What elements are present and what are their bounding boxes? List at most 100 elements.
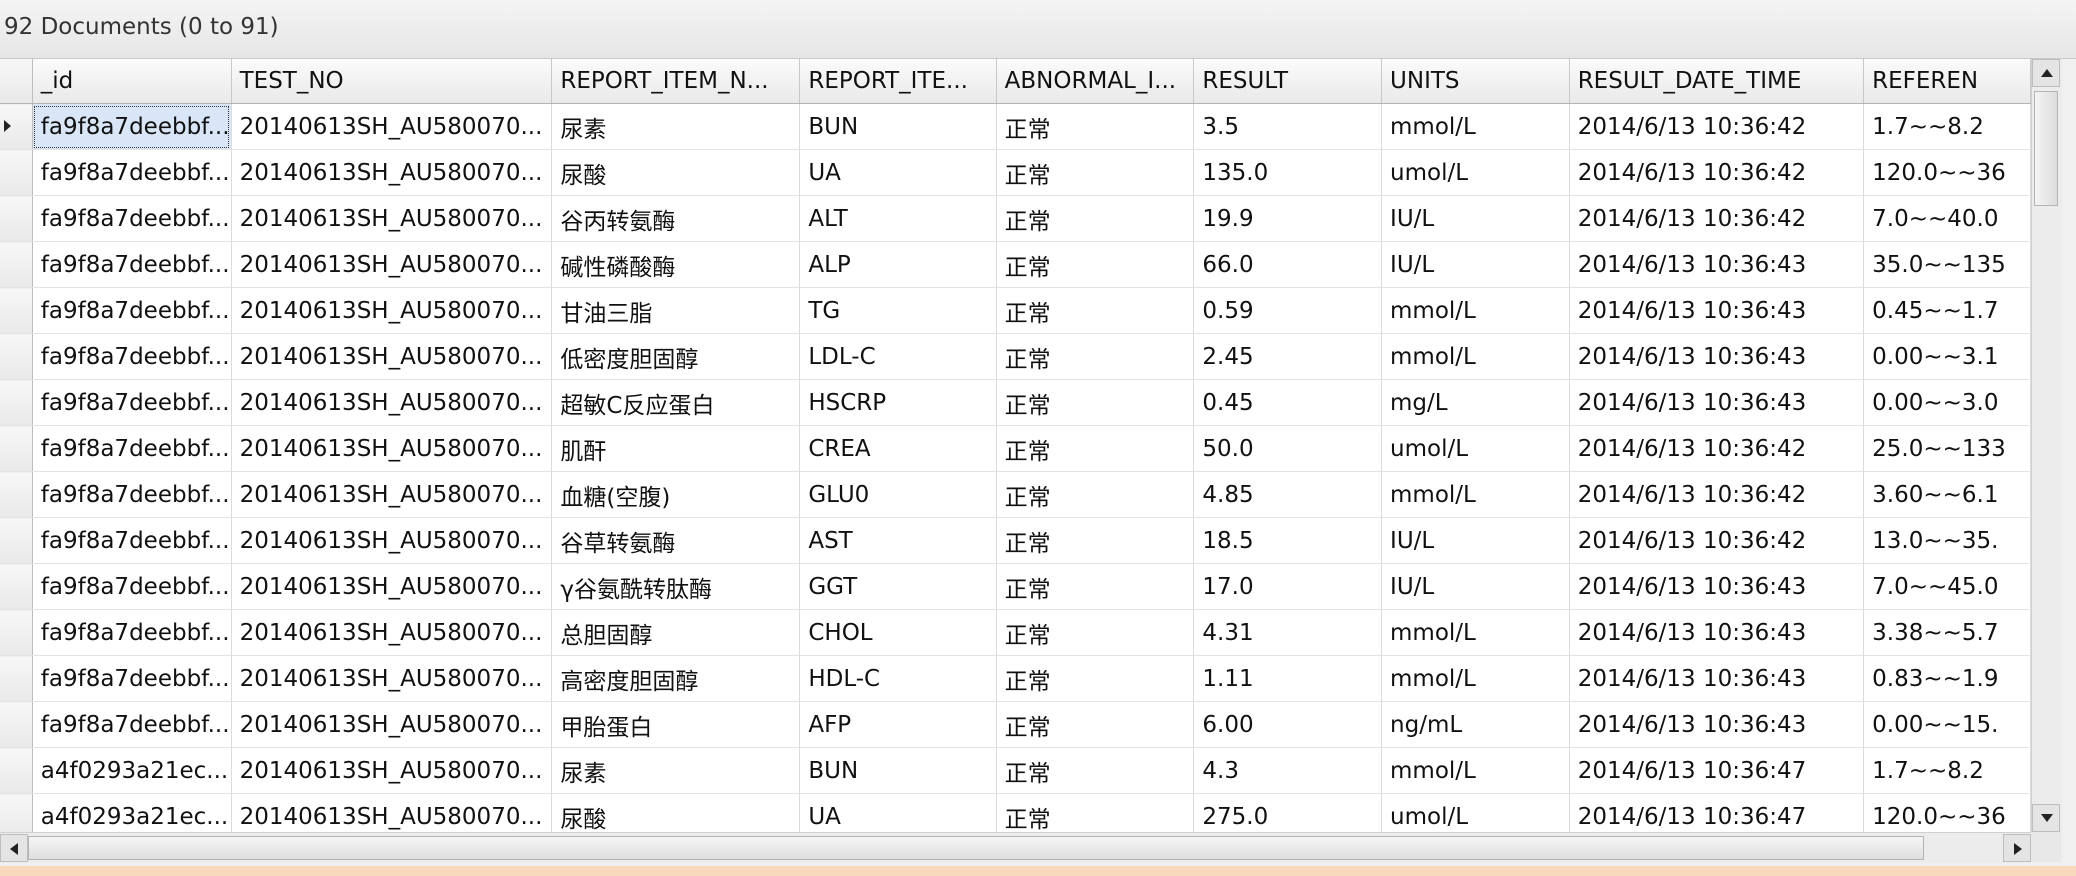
row-header[interactable] — [0, 517, 33, 564]
table-cell[interactable]: 20140613SH_AU580070... — [231, 287, 553, 334]
table-cell[interactable]: mmol/L — [1381, 333, 1570, 380]
table-cell[interactable]: LDL-C — [799, 333, 997, 380]
row-header[interactable] — [0, 425, 33, 472]
table-cell[interactable]: IU/L — [1381, 517, 1570, 564]
vertical-scrollbar[interactable] — [2031, 59, 2062, 832]
table-cell[interactable]: GGT — [799, 563, 997, 610]
table-cell[interactable]: UA — [799, 793, 997, 832]
table-cell[interactable]: 7.0~~45.0 — [1863, 563, 2031, 610]
table-cell[interactable]: 2014/6/13 10:36:43 — [1569, 333, 1865, 380]
table-cell[interactable]: 120.0~~36 — [1863, 149, 2031, 196]
table-cell[interactable]: 正常 — [996, 425, 1195, 472]
table-cell[interactable]: ng/mL — [1381, 701, 1570, 748]
table-cell[interactable]: fa9f8a7deebbf... — [32, 563, 232, 610]
table-row[interactable]: fa9f8a7deebbf... 20140613SH_AU580070... 碱性… — [0, 241, 2031, 288]
table-cell[interactable]: 20140613SH_AU580070... — [231, 701, 553, 748]
column-header[interactable]: RESULT_DATE_TIME — [1569, 59, 1865, 104]
table-cell[interactable]: 275.0 — [1193, 793, 1383, 832]
table-cell[interactable]: 20140613SH_AU580070... — [231, 103, 553, 150]
table-cell[interactable]: 正常 — [996, 287, 1195, 334]
table-cell[interactable]: 正常 — [996, 747, 1195, 794]
table-cell[interactable]: BUN — [799, 747, 997, 794]
table-cell[interactable]: 尿素 — [551, 747, 801, 794]
table-cell[interactable]: 2014/6/13 10:36:42 — [1569, 471, 1865, 518]
table-cell[interactable]: 2014/6/13 10:36:47 — [1569, 747, 1865, 794]
table-cell[interactable]: 2014/6/13 10:36:43 — [1569, 287, 1865, 334]
column-header[interactable]: REFEREN — [1863, 59, 2031, 104]
table-cell[interactable]: 66.0 — [1193, 241, 1383, 288]
table-cell[interactable]: 2014/6/13 10:36:43 — [1569, 563, 1865, 610]
table-cell[interactable]: 正常 — [996, 379, 1195, 426]
row-header[interactable] — [0, 793, 33, 832]
table-cell[interactable]: 1.7~~8.2 — [1863, 103, 2031, 150]
table-cell[interactable]: CHOL — [799, 609, 997, 656]
table-cell[interactable]: 0.00~~3.1 — [1863, 333, 2031, 380]
table-cell[interactable]: 谷丙转氨酶 — [551, 195, 801, 242]
table-cell[interactable]: 20140613SH_AU580070... — [231, 563, 553, 610]
row-header[interactable] — [0, 379, 33, 426]
table-cell[interactable]: 尿酸 — [551, 793, 801, 832]
table-cell[interactable]: 总胆固醇 — [551, 609, 801, 656]
table-row[interactable]: fa9f8a7deebbf... 20140613SH_AU580070... 尿酸… — [0, 149, 2031, 196]
table-row[interactable]: a4f0293a21ec... 20140613SH_AU580070... 尿酸 U… — [0, 793, 2031, 832]
table-cell[interactable]: fa9f8a7deebbf... — [32, 241, 232, 288]
table-cell[interactable]: 20140613SH_AU580070... — [231, 241, 553, 288]
table-cell[interactable]: 1.11 — [1193, 655, 1383, 702]
column-header[interactable]: ABNORMAL_I... — [996, 59, 1195, 104]
table-cell[interactable]: AFP — [799, 701, 997, 748]
table-cell[interactable]: 19.9 — [1193, 195, 1383, 242]
table-cell[interactable]: mmol/L — [1381, 655, 1570, 702]
table-cell[interactable]: umol/L — [1381, 793, 1570, 832]
table-cell[interactable]: IU/L — [1381, 563, 1570, 610]
table-cell[interactable]: 4.85 — [1193, 471, 1383, 518]
table-cell[interactable]: CREA — [799, 425, 997, 472]
table-cell[interactable]: fa9f8a7deebbf... — [32, 517, 232, 564]
table-cell[interactable]: 正常 — [996, 609, 1195, 656]
table-cell[interactable]: ALP — [799, 241, 997, 288]
table-cell[interactable]: 0.00~~15. — [1863, 701, 2031, 748]
table-cell[interactable]: mmol/L — [1381, 287, 1570, 334]
table-cell[interactable]: 20140613SH_AU580070... — [231, 747, 553, 794]
table-cell[interactable]: 甘油三脂 — [551, 287, 801, 334]
table-row[interactable]: fa9f8a7deebbf... 20140613SH_AU580070... 总胆… — [0, 609, 2031, 656]
table-row[interactable]: fa9f8a7deebbf... 20140613SH_AU580070... 甘油… — [0, 287, 2031, 334]
table-cell[interactable]: 2014/6/13 10:36:42 — [1569, 195, 1865, 242]
table-cell[interactable]: fa9f8a7deebbf... — [32, 701, 232, 748]
table-cell[interactable]: γ谷氨酰转肽酶 — [551, 563, 801, 610]
table-cell[interactable]: 正常 — [996, 103, 1195, 150]
table-cell[interactable]: 20140613SH_AU580070... — [231, 609, 553, 656]
table-cell[interactable]: 2014/6/13 10:36:42 — [1569, 149, 1865, 196]
table-cell[interactable]: fa9f8a7deebbf... — [32, 379, 232, 426]
table-cell[interactable]: 正常 — [996, 471, 1195, 518]
table-cell[interactable]: 17.0 — [1193, 563, 1383, 610]
table-cell[interactable]: umol/L — [1381, 425, 1570, 472]
row-header[interactable] — [0, 655, 33, 702]
table-cell[interactable]: 正常 — [996, 195, 1195, 242]
table-cell[interactable]: 4.3 — [1193, 747, 1383, 794]
row-header[interactable] — [0, 195, 33, 242]
row-header[interactable] — [0, 333, 33, 380]
table-cell[interactable]: fa9f8a7deebbf... — [32, 195, 232, 242]
table-cell[interactable]: GLU0 — [799, 471, 997, 518]
table-row[interactable]: fa9f8a7deebbf... 20140613SH_AU580070... γ谷… — [0, 563, 2031, 610]
table-cell[interactable]: 20140613SH_AU580070... — [231, 471, 553, 518]
table-cell[interactable]: 13.0~~35. — [1863, 517, 2031, 564]
table-row[interactable]: fa9f8a7deebbf... 20140613SH_AU580070... 甲胎… — [0, 701, 2031, 748]
table-cell[interactable]: mmol/L — [1381, 609, 1570, 656]
table-cell[interactable]: mmol/L — [1381, 747, 1570, 794]
table-row[interactable]: fa9f8a7deebbf... 20140613SH_AU580070... 超敏… — [0, 379, 2031, 426]
table-cell[interactable]: 正常 — [996, 655, 1195, 702]
table-row[interactable]: fa9f8a7deebbf... 20140613SH_AU580070... 血糖… — [0, 471, 2031, 518]
table-cell[interactable]: 尿酸 — [551, 149, 801, 196]
table-cell[interactable]: 20140613SH_AU580070... — [231, 195, 553, 242]
table-row[interactable]: fa9f8a7deebbf... 20140613SH_AU580070... 高密… — [0, 655, 2031, 702]
row-header[interactable] — [0, 287, 33, 334]
table-cell[interactable]: 25.0~~133 — [1863, 425, 2031, 472]
table-cell[interactable]: IU/L — [1381, 241, 1570, 288]
table-cell[interactable]: fa9f8a7deebbf... — [32, 425, 232, 472]
scroll-down-button[interactable] — [2032, 804, 2060, 832]
table-cell[interactable]: fa9f8a7deebbf... — [32, 287, 232, 334]
vertical-scroll-thumb[interactable] — [2034, 91, 2058, 206]
table-cell[interactable]: 1.7~~8.2 — [1863, 747, 2031, 794]
column-header[interactable]: REPORT_ITE... — [799, 59, 997, 104]
